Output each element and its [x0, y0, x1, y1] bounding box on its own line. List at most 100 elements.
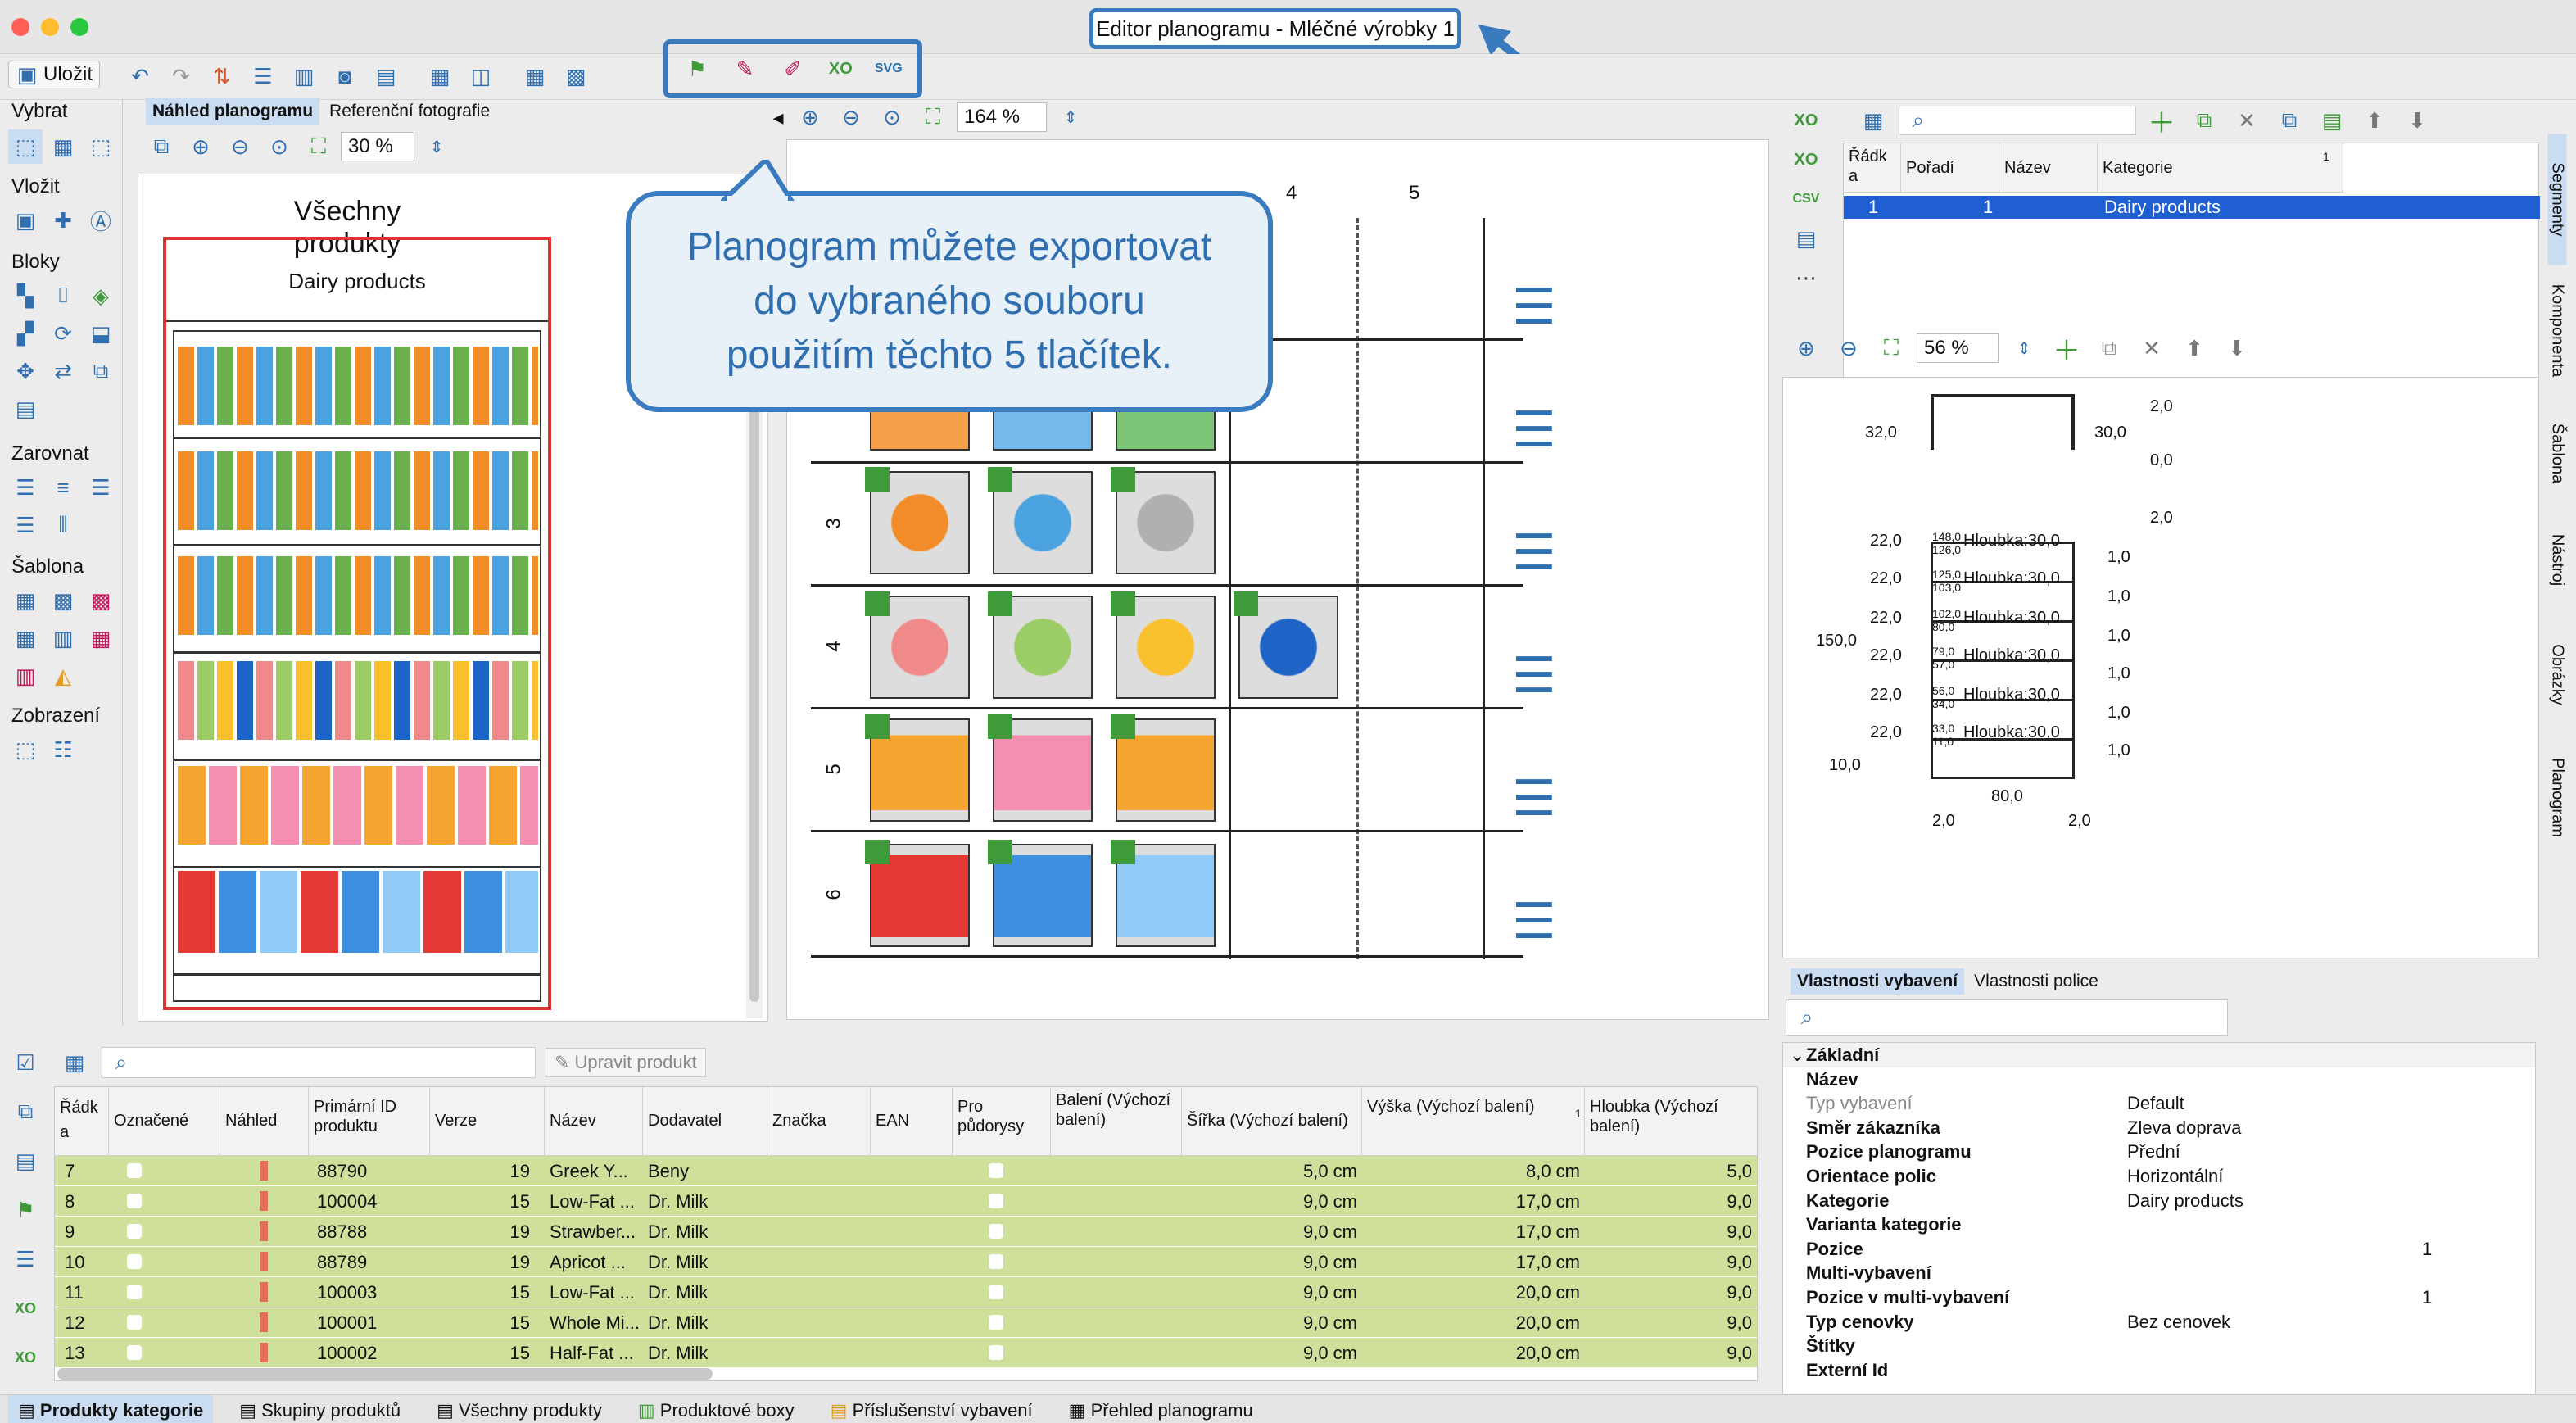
- block-swap-icon[interactable]: ⇄: [46, 354, 80, 388]
- insert-shelf-icon[interactable]: ▣: [8, 203, 43, 238]
- delete-icon[interactable]: ✕: [2230, 103, 2264, 138]
- redo-icon[interactable]: ↷: [164, 59, 198, 93]
- block-split-icon[interactable]: ⬓: [84, 316, 118, 351]
- row-checkbox[interactable]: [127, 1224, 142, 1239]
- drawing-up-icon[interactable]: ⬆: [2177, 331, 2212, 365]
- export-svg-icon[interactable]: SVG: [871, 52, 906, 86]
- prop-row[interactable]: Varianta kategorie: [1783, 1212, 2535, 1237]
- move-icon[interactable]: ✥: [8, 354, 43, 388]
- floorplan-checkbox[interactable]: [989, 1224, 1003, 1239]
- close-window-button[interactable]: [11, 18, 29, 36]
- tab-prehled-planogramu[interactable]: ▦ Přehled planogramu: [1059, 1395, 1263, 1423]
- table-row[interactable]: 13 100002 15 Half-Fat ... Dr. Milk 9,0 cm 20,0…: [55, 1338, 1757, 1368]
- col-primarni-id[interactable]: Primární ID produktu: [309, 1087, 430, 1156]
- drawing-dup-icon[interactable]: ⧉: [2092, 331, 2126, 365]
- drawing-zoom-field[interactable]: 56 %: [1917, 333, 1999, 363]
- table-row[interactable]: 12 100001 15 Whole Mi... Dr. Milk 9,0 cm 20,0 …: [55, 1307, 1757, 1338]
- segment-search-input[interactable]: ⌕: [1899, 106, 2136, 135]
- tab-produkty-kategorie[interactable]: ▤ Produkty kategorie: [8, 1395, 214, 1423]
- main-zoom-out-icon[interactable]: ⊖: [834, 100, 868, 134]
- shelf-menu-icon[interactable]: ☰: [1512, 369, 1564, 492]
- prop-row[interactable]: Typ vybavení Default: [1783, 1091, 2535, 1116]
- col-nazev[interactable]: Název: [545, 1087, 643, 1156]
- col-sirka[interactable]: Šířka (Výchozí balení): [1182, 1087, 1362, 1156]
- block-bracket-icon[interactable]: ⌷: [46, 279, 80, 313]
- edit-product-button[interactable]: ✎ Upravit produkt: [546, 1048, 706, 1077]
- col-nahled[interactable]: Náhled: [220, 1087, 309, 1156]
- tab-skupiny-produktu[interactable]: ▤ Skupiny produktů: [229, 1395, 410, 1423]
- drawing-add-icon[interactable]: ＋: [2049, 331, 2084, 367]
- col-dodavatel[interactable]: Dodavatel: [643, 1087, 767, 1156]
- props-search-input[interactable]: ⌕: [1786, 999, 2228, 1036]
- products-hscroll[interactable]: [57, 1368, 713, 1380]
- block-cube-icon[interactable]: ◈: [84, 279, 118, 313]
- prop-row[interactable]: Multi-vybavení: [1783, 1261, 2535, 1285]
- products-search-input[interactable]: ⌕: [102, 1047, 536, 1078]
- template-bars-icon[interactable]: ▥: [8, 659, 43, 693]
- col-oznacene[interactable]: Označené: [109, 1087, 220, 1156]
- template-red-icon[interactable]: ▦: [84, 621, 118, 655]
- floorplan-checkbox[interactable]: [989, 1315, 1003, 1330]
- fit-icon[interactable]: ▦: [423, 59, 457, 93]
- drawing-zoom-in-icon[interactable]: ⊕: [1789, 331, 1823, 365]
- view-icon[interactable]: ⬚: [8, 732, 43, 767]
- shelf-menu-icon[interactable]: ☰: [1512, 246, 1564, 369]
- tab-obrazky[interactable]: Obrázky: [2548, 610, 2567, 741]
- col-ean[interactable]: EAN: [871, 1087, 953, 1156]
- drawing-delete-icon[interactable]: ✕: [2135, 331, 2169, 365]
- prop-row[interactable]: Externí Id: [1783, 1358, 2535, 1383]
- tab-komponenta[interactable]: Komponenta: [2548, 265, 2567, 397]
- tab-vlastnosti-vybaveni[interactable]: Vlastnosti vybavení: [1791, 968, 1965, 995]
- tab-planogram[interactable]: Planogram: [2548, 732, 2567, 863]
- list-icon[interactable]: ☰: [8, 1242, 43, 1276]
- tab-produktove-boxy[interactable]: ▥ Produktové boxy: [628, 1395, 804, 1423]
- template-cols-icon[interactable]: ▥: [46, 621, 80, 655]
- ruler-icon[interactable]: ▤: [369, 59, 403, 93]
- prop-row[interactable]: Kategorie Dairy products: [1783, 1189, 2535, 1213]
- block-group-icon[interactable]: ▞: [8, 316, 43, 351]
- excel2-icon[interactable]: XO: [8, 1340, 43, 1375]
- zoom-in-icon[interactable]: ⊕: [183, 129, 218, 164]
- copy-product-icon[interactable]: ⧉: [8, 1094, 43, 1129]
- more-icon[interactable]: ⋯: [1789, 261, 1823, 295]
- row-checkbox[interactable]: [127, 1315, 142, 1330]
- template-rows-icon[interactable]: ▦: [8, 621, 43, 655]
- col-radka[interactable]: Řádk a: [55, 1087, 109, 1156]
- undo-icon[interactable]: ↶: [123, 59, 157, 93]
- align-center-icon[interactable]: ≡: [46, 470, 80, 505]
- zoom-window-button[interactable]: [70, 18, 88, 36]
- row-checkbox[interactable]: [127, 1285, 142, 1299]
- table-row[interactable]: 7 88790 19 Greek Y... Beny 5,0 cm 8,0 cm 5,0: [55, 1156, 1757, 1186]
- view-list-icon[interactable]: ☷: [46, 732, 80, 767]
- segment-csv-icon[interactable]: CSV: [1789, 182, 1823, 216]
- col-znacka[interactable]: Značka: [767, 1087, 871, 1156]
- col-nazev[interactable]: Název: [1999, 143, 2098, 193]
- paste-icon[interactable]: ▤: [2315, 103, 2349, 138]
- tab-referencni-fotografie[interactable]: Referenční fotografie: [323, 98, 496, 125]
- block-rotate-icon[interactable]: ⟳: [46, 316, 80, 351]
- prop-row[interactable]: Název: [1783, 1067, 2535, 1092]
- table-row[interactable]: 9 88788 19 Strawber... Dr. Milk 9,0 cm 17,0 cm…: [55, 1217, 1757, 1247]
- shelf-menu-icon[interactable]: ☰: [1512, 492, 1564, 614]
- table-row[interactable]: 10 88789 19 Apricot ... Dr. Milk 9,0 cm 17,0 c…: [55, 1247, 1757, 1277]
- segment-excel-icon[interactable]: XO: [1789, 103, 1823, 138]
- select-icon[interactable]: ⬚: [8, 129, 43, 164]
- row-checkbox[interactable]: [127, 1194, 142, 1208]
- table-row[interactable]: 8 100004 15 Low-Fat ... Dr. Milk 9,0 cm 17,0 c…: [55, 1186, 1757, 1217]
- tab-nastroj[interactable]: Nástroj: [2548, 495, 2567, 626]
- minimize-window-button[interactable]: [41, 18, 59, 36]
- excel-icon[interactable]: XO: [8, 1291, 43, 1326]
- template-mix-icon[interactable]: ▩: [84, 583, 118, 618]
- block-dup-icon[interactable]: ⧉: [84, 354, 118, 388]
- tab-prislusenstvi-vybaveni[interactable]: ▤ Příslušenství vybavení: [821, 1395, 1043, 1423]
- prop-row[interactable]: Orientace polic Horizontální: [1783, 1164, 2535, 1189]
- col-radka[interactable]: Řádk a: [1844, 143, 1901, 193]
- insert-text-icon[interactable]: Ⓐ: [84, 203, 118, 238]
- table-icon[interactable]: ▦: [518, 59, 552, 93]
- prop-row[interactable]: Pozice v multi-vybavení 1: [1783, 1285, 2535, 1310]
- align-left-icon[interactable]: ☰: [8, 470, 43, 505]
- row-checkbox[interactable]: [127, 1345, 142, 1360]
- floorplan-checkbox[interactable]: [989, 1163, 1003, 1178]
- export-image-icon[interactable]: ⧉: [144, 129, 179, 164]
- col-poradi[interactable]: Pořadí: [1901, 143, 1999, 193]
